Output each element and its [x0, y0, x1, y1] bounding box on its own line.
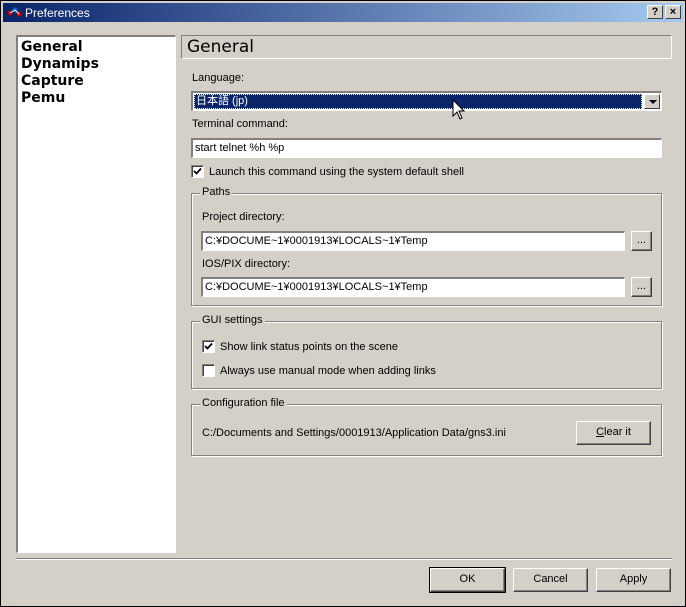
- chevron-down-icon: [649, 100, 657, 104]
- footer-divider: [16, 558, 672, 560]
- category-list[interactable]: General Dynamips Capture Pemu: [16, 35, 176, 553]
- category-item-capture[interactable]: Capture: [21, 73, 175, 90]
- language-selected-value[interactable]: 日本語 (jp): [194, 94, 642, 109]
- manual-mode-label[interactable]: Always use manual mode when adding links: [220, 365, 436, 377]
- checkmark-icon: [204, 342, 213, 350]
- apply-button[interactable]: Apply: [596, 568, 671, 592]
- language-label: Language:: [192, 72, 244, 84]
- ios-directory-input[interactable]: C:¥DOCUME~1¥0001913¥LOCALS~1¥Temp: [201, 277, 625, 297]
- help-button[interactable]: ?: [647, 5, 663, 19]
- project-directory-browse-button[interactable]: ...: [631, 231, 652, 251]
- terminal-command-input[interactable]: start telnet %h %p: [191, 138, 662, 158]
- category-item-general[interactable]: General: [21, 39, 175, 56]
- configuration-file-path: C:/Documents and Settings/0001913/Applic…: [202, 427, 506, 439]
- category-item-dynamips[interactable]: Dynamips: [21, 56, 175, 73]
- manual-mode-checkbox[interactable]: [202, 364, 215, 377]
- gui-settings-group: GUI settings: [191, 314, 662, 389]
- clear-config-button[interactable]: Clear it: [576, 421, 651, 445]
- close-button[interactable]: ×: [665, 5, 681, 19]
- launch-shell-checkbox[interactable]: [191, 165, 204, 178]
- project-directory-input[interactable]: C:¥DOCUME~1¥0001913¥LOCALS~1¥Temp: [201, 231, 625, 251]
- language-select[interactable]: 日本語 (jp): [191, 91, 662, 111]
- app-icon: [7, 7, 22, 17]
- show-link-status-label[interactable]: Show link status points on the scene: [220, 341, 398, 353]
- ios-directory-browse-button[interactable]: ...: [631, 277, 652, 297]
- dropdown-arrow-button[interactable]: [644, 94, 660, 109]
- window-title: Preferences: [25, 6, 90, 20]
- gui-settings-group-title: GUI settings: [200, 314, 265, 326]
- paths-group-title: Paths: [200, 186, 233, 198]
- section-title: General: [181, 35, 672, 59]
- ok-button[interactable]: OK: [429, 567, 506, 593]
- cancel-button[interactable]: Cancel: [513, 568, 588, 592]
- checkmark-icon: [193, 167, 202, 175]
- project-directory-label: Project directory:: [202, 211, 285, 223]
- configuration-file-group-title: Configuration file: [200, 397, 287, 409]
- mouse-pointer-icon: [452, 99, 466, 120]
- launch-shell-label[interactable]: Launch this command using the system def…: [209, 166, 464, 178]
- terminal-command-label: Terminal command:: [192, 118, 288, 130]
- title-bar[interactable]: Preferences ? ×: [3, 3, 683, 22]
- category-item-pemu[interactable]: Pemu: [21, 90, 175, 107]
- preferences-window: Preferences ? × General Dynamips Capture…: [0, 0, 686, 607]
- ios-directory-label: IOS/PIX directory:: [202, 258, 291, 270]
- show-link-status-checkbox[interactable]: [202, 340, 215, 353]
